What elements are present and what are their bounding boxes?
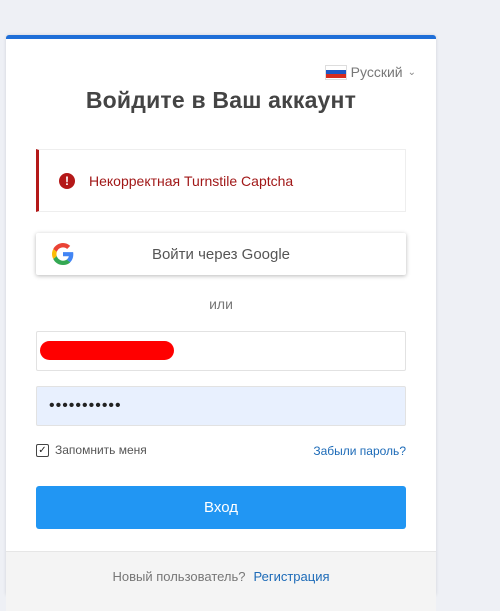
register-link[interactable]: Регистрация [254, 569, 330, 584]
login-card: Русский ⌄ Войдите в Ваш аккаунт ! Некорр… [6, 35, 436, 611]
redaction-mark [40, 341, 174, 360]
signup-footer: Новый пользователь? Регистрация [6, 551, 436, 611]
divider-text: или [209, 296, 233, 312]
remember-checkbox[interactable]: ✓ [36, 443, 49, 457]
google-login-label: Войти через Google [151, 245, 291, 263]
chevron-down-icon: ⌄ [407, 66, 416, 78]
error-icon: ! [59, 172, 75, 189]
page-title: Войдите в Ваш аккаунт [85, 87, 357, 113]
google-icon [52, 243, 74, 265]
language-selector[interactable]: Русский ⌄ [324, 64, 416, 80]
russia-flag-icon [324, 64, 347, 80]
error-alert: ! Некорректная Turnstile Captcha [36, 149, 406, 212]
google-login-button[interactable]: Войти через Google [36, 233, 406, 275]
login-button[interactable]: Вход [36, 486, 406, 529]
forgot-password-link[interactable]: Забыли пароль? [313, 444, 406, 458]
remember-me[interactable]: ✓ Запомнить меня [36, 443, 147, 457]
error-message: Некорректная Turnstile Captcha [89, 172, 294, 189]
language-label: Русский [350, 64, 403, 80]
remember-label: Запомнить меня [55, 443, 147, 457]
new-user-text: Новый пользователь? [112, 569, 246, 584]
password-field[interactable] [36, 386, 406, 426]
